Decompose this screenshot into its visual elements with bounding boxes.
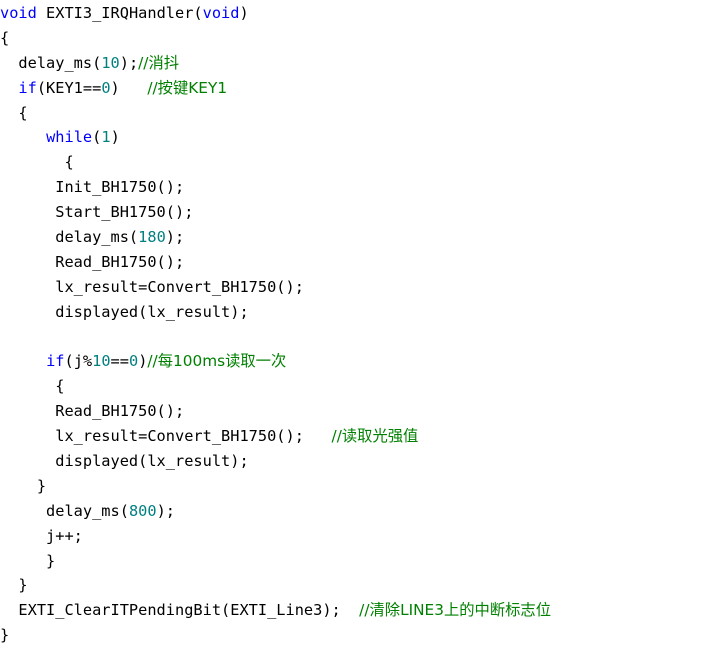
code-token-keyword: while [46, 128, 93, 147]
code-token-plain: ) [110, 78, 148, 97]
code-token-number: 1 [101, 128, 111, 147]
code-token-plain: ) [110, 128, 120, 147]
code-line: while(1) [0, 125, 722, 150]
code-token-plain: displayed(lx_result); [0, 302, 249, 321]
code-token-cjk: //按键KEY1 [147, 78, 228, 97]
code-token-plain: } [0, 626, 10, 645]
code-token-plain: } [0, 551, 56, 570]
code-token-number: 10 [101, 53, 120, 72]
code-token-plain: { [0, 28, 10, 47]
code-line: if(j%10==0)//每100ms读取一次 [0, 349, 722, 374]
code-token-plain: ( [92, 128, 102, 147]
code-token-cjk: //每100ms读取一次 [147, 352, 287, 371]
code-token-keyword: if [46, 352, 65, 371]
code-lines-container: void EXTI3_IRQHandler(void){ delay_ms(10… [0, 0, 722, 648]
code-token-plain: EXTI_ClearITPendingBit(EXTI_Line3); [0, 601, 360, 620]
code-token-keyword: void [0, 4, 37, 22]
code-line: Init_BH1750(); [0, 175, 722, 200]
code-token-cjk: //读取光强值 [331, 427, 419, 446]
code-line: Read_BH1750(); [0, 399, 722, 424]
code-line: displayed(lx_result); [0, 449, 722, 474]
code-line: EXTI_ClearITPendingBit(EXTI_Line3); //清除… [0, 598, 722, 623]
code-token-plain: { [0, 377, 65, 396]
code-token-plain: ); [119, 53, 139, 72]
code-token-plain: EXTI3_IRQHandler( [36, 4, 203, 22]
code-token-number: 10 [92, 352, 111, 371]
code-line: } [0, 573, 722, 598]
code-token-plain: (j% [64, 352, 93, 371]
code-token-plain: ); [165, 228, 185, 247]
code-token-plain: displayed(lx_result); [0, 452, 249, 471]
code-line: Read_BH1750(); [0, 250, 722, 275]
code-line: { [0, 101, 722, 126]
code-line: if(KEY1==0) //按键KEY1 [0, 76, 722, 101]
code-line: } [0, 549, 722, 574]
code-line: { [0, 150, 722, 175]
code-token-plain: Read_BH1750(); [0, 402, 185, 421]
code-line: } [0, 474, 722, 499]
code-token-plain: ); [156, 501, 175, 520]
code-token-number: 180 [138, 228, 166, 247]
code-line: displayed(lx_result); [0, 300, 722, 325]
code-line: lx_result=Convert_BH1750(); //读取光强值 [0, 424, 722, 449]
code-token-plain: == [110, 352, 129, 371]
code-token-plain: delay_ms( [0, 228, 139, 247]
code-token-plain: lx_result=Convert_BH1750(); [0, 277, 304, 296]
code-token-plain: } [0, 476, 47, 495]
code-token-plain: j++; [0, 526, 83, 545]
code-token-plain: Start_BH1750(); [0, 203, 194, 222]
code-token-cjk: //清除LINE3上的中断标志位 [359, 601, 552, 620]
code-editor-view[interactable]: void EXTI3_IRQHandler(void){ delay_ms(10… [0, 0, 722, 644]
code-token-plain: delay_ms( [0, 53, 102, 72]
code-line: delay_ms(180); [0, 225, 722, 250]
code-token-keyword: void [202, 4, 240, 22]
code-token-number: 0 [128, 352, 139, 371]
code-token-number: 0 [101, 78, 111, 97]
code-token-plain: delay_ms( [0, 501, 129, 520]
code-token-plain: { [0, 153, 74, 172]
code-token-plain: Init_BH1750(); [0, 178, 185, 197]
code-line: delay_ms(800); [0, 499, 722, 524]
code-token-plain: lx_result=Convert_BH1750(); [0, 427, 332, 446]
code-line: delay_ms(10);//消抖 [0, 51, 722, 76]
code-line: { [0, 26, 722, 51]
code-token-number: 800 [128, 501, 157, 520]
code-line: void EXTI3_IRQHandler(void) [0, 0, 722, 26]
code-token-plain: (KEY1== [36, 78, 102, 97]
code-token-plain: ) [239, 4, 249, 22]
code-token-keyword: if [18, 78, 37, 97]
code-token-plain: { [0, 103, 28, 122]
code-token-plain: Read_BH1750(); [0, 252, 185, 271]
code-line: lx_result=Convert_BH1750(); [0, 275, 722, 300]
code-token-plain: } [0, 576, 28, 595]
code-line: Start_BH1750(); [0, 200, 722, 225]
code-line: } [0, 623, 722, 648]
code-line: { [0, 374, 722, 399]
code-token-cjk: //消抖 [138, 53, 180, 72]
code-line: j++; [0, 524, 722, 549]
